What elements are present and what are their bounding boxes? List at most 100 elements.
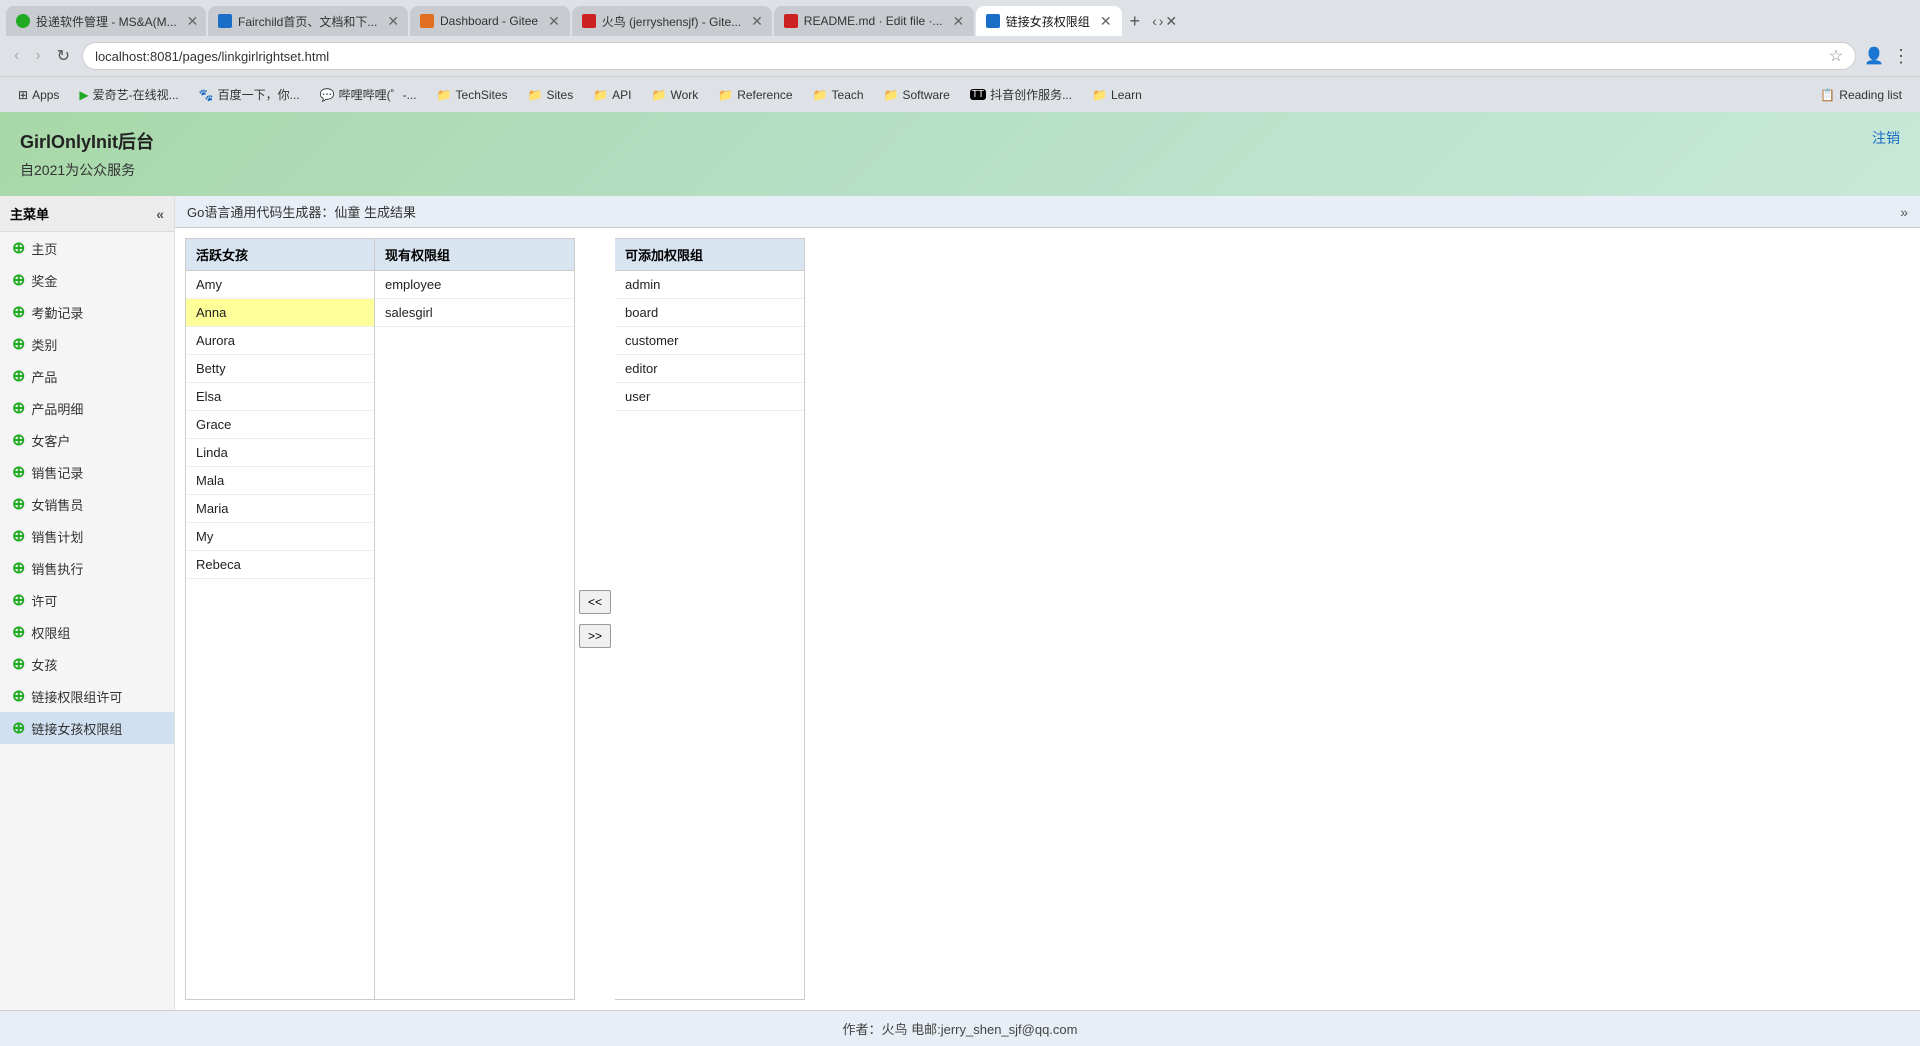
plus-icon-home: ⊕ (12, 238, 25, 258)
bilibili-icon: 💬 (320, 88, 335, 102)
tab-1[interactable]: 投递软件管理 - MS&A(M... ✕ (6, 6, 206, 36)
sidebar-item-link-permission[interactable]: ⊕ 链接权限组许可 (0, 680, 174, 712)
tab-2-label: Fairchild首页、文档和下... (238, 13, 377, 30)
bookmark-work[interactable]: 📁 Work (644, 84, 707, 106)
logout-link[interactable]: 注销 (1872, 128, 1900, 148)
sidebar-item-rightgroup[interactable]: ⊕ 权限组 (0, 616, 174, 648)
tab-4[interactable]: 火鸟 (jerryshensjf) - Gite... ✕ (572, 6, 772, 36)
right-panel: 可添加权限组 admin board customer editor user (615, 238, 805, 1000)
transfer-right-button[interactable]: >> (579, 624, 611, 648)
bookmark-apps[interactable]: ⊞ Apps (10, 84, 67, 106)
sidebar-item-girl[interactable]: ⊕ 女孩 (0, 648, 174, 680)
baidu-icon: 🐾 (199, 88, 214, 102)
left-panel-header: 活跃女孩 (186, 239, 374, 271)
tab-scroll-left[interactable]: ‹ (1152, 13, 1157, 30)
main-layout: 主菜单 « ⊕ 主页 ⊕ 奖金 ⊕ 考勤记录 ⊕ 类别 ⊕ 产品 (0, 196, 1920, 1010)
sidebar-item-bonus[interactable]: ⊕ 奖金 (0, 264, 174, 296)
sidebar-item-permission-label: 许可 (31, 591, 57, 610)
sidebar-item-product[interactable]: ⊕ 产品 (0, 360, 174, 392)
transfer-left-button[interactable]: << (579, 590, 611, 614)
tab-2[interactable]: Fairchild首页、文档和下... ✕ (208, 6, 408, 36)
tab-4-close[interactable]: ✕ (751, 13, 763, 30)
addable-item-board[interactable]: board (615, 299, 804, 327)
profile-button[interactable]: 👤 (1864, 46, 1884, 66)
bookmark-baidu[interactable]: 🐾 百度一下，你... (191, 82, 308, 107)
sidebar-item-sales-record[interactable]: ⊕ 销售记录 (0, 456, 174, 488)
tab-3-close[interactable]: ✕ (548, 13, 560, 30)
bookmark-software[interactable]: 📁 Software (876, 84, 958, 106)
tab-scroll-right[interactable]: › (1159, 13, 1164, 30)
reading-list-icon: 📋 (1820, 88, 1835, 102)
sidebar-item-home-label: 主页 (31, 239, 57, 258)
sidebar-item-link-permission-label: 链接权限组许可 (31, 687, 122, 706)
girl-item-grace[interactable]: Grace (186, 411, 374, 439)
bookmark-iqiyi-label: 爱奇艺-在线视... (93, 86, 179, 103)
tab-1-close[interactable]: ✕ (187, 13, 199, 30)
girl-item-my[interactable]: My (186, 523, 374, 551)
sidebar-item-sales-exec[interactable]: ⊕ 销售执行 (0, 552, 174, 584)
browser-menu-button[interactable]: ⋮ (1892, 46, 1910, 67)
bookmark-sites-label: Sites (547, 88, 574, 102)
girl-item-amy[interactable]: Amy (186, 271, 374, 299)
bookmark-sites[interactable]: 📁 Sites (520, 84, 582, 106)
reading-list[interactable]: 📋 Reading list (1812, 84, 1910, 106)
girl-item-betty[interactable]: Betty (186, 355, 374, 383)
sidebar-item-permission[interactable]: ⊕ 许可 (0, 584, 174, 616)
sidebar-item-product-detail-label: 产品明细 (31, 399, 83, 418)
sidebar-item-link-girl-rightgroup[interactable]: ⊕ 链接女孩权限组 (0, 712, 174, 744)
bookmark-bilibili[interactable]: 💬 哔哩哔哩(゜-... (312, 82, 425, 107)
sidebar-item-attendance[interactable]: ⊕ 考勤记录 (0, 296, 174, 328)
bookmark-tiktok[interactable]: TT 抖音创作服务... (962, 82, 1080, 107)
tab-2-close[interactable]: ✕ (387, 13, 399, 30)
close-browser[interactable]: ✕ (1165, 13, 1177, 30)
tab-3[interactable]: Dashboard - Gitee ✕ (410, 6, 570, 36)
girl-item-anna[interactable]: Anna (186, 299, 374, 327)
girl-item-maria[interactable]: Maria (186, 495, 374, 523)
addable-item-editor[interactable]: editor (615, 355, 804, 383)
plus-icon-rightgroup: ⊕ (12, 622, 25, 642)
content-collapse-button[interactable]: » (1900, 204, 1908, 220)
girl-item-mala[interactable]: Mala (186, 467, 374, 495)
forward-button[interactable]: › (31, 45, 44, 67)
bookmark-learn[interactable]: 📁 Learn (1084, 84, 1150, 106)
girl-item-aurora[interactable]: Aurora (186, 327, 374, 355)
sidebar-item-product-detail[interactable]: ⊕ 产品明细 (0, 392, 174, 424)
tab-6[interactable]: 链接女孩权限组 ✕ (976, 6, 1122, 36)
sidebar-item-sales-plan[interactable]: ⊕ 销售计划 (0, 520, 174, 552)
bookmark-techsites[interactable]: 📁 TechSites (429, 84, 516, 106)
sidebar-collapse-button[interactable]: « (156, 206, 164, 222)
addable-item-customer[interactable]: customer (615, 327, 804, 355)
bookmark-software-label: Software (903, 88, 950, 102)
bookmark-iqiyi[interactable]: ▶ 爱奇艺-在线视... (71, 82, 186, 107)
girl-item-rebeca[interactable]: Rebeca (186, 551, 374, 579)
teach-icon: 📁 (813, 88, 828, 102)
bookmark-api[interactable]: 📁 API (585, 84, 639, 106)
plus-icon-sales-record: ⊕ (12, 462, 25, 482)
right-item-salesgirl[interactable]: salesgirl (375, 299, 574, 327)
right-panel-header: 可添加权限组 (615, 239, 804, 271)
tab-3-label: Dashboard - Gitee (440, 14, 538, 28)
right-item-employee[interactable]: employee (375, 271, 574, 299)
new-tab-button[interactable]: + (1124, 11, 1147, 32)
sidebar-item-category[interactable]: ⊕ 类别 (0, 328, 174, 360)
back-button[interactable]: ‹ (10, 45, 23, 67)
bookmark-star[interactable]: ☆ (1829, 46, 1843, 66)
content-header-text: Go语言通用代码生成器：仙童 生成结果 (187, 202, 416, 221)
reload-button[interactable]: ↻ (53, 44, 74, 68)
tab-5-close[interactable]: ✕ (953, 13, 965, 30)
addable-item-user[interactable]: user (615, 383, 804, 411)
bookmark-reference[interactable]: 📁 Reference (710, 84, 800, 106)
sidebar-item-customer[interactable]: ⊕ 女客户 (0, 424, 174, 456)
bookmark-teach[interactable]: 📁 Teach (805, 84, 872, 106)
url-bar[interactable]: localhost:8081/pages/linkgirlrightset.ht… (82, 42, 1856, 70)
girl-item-linda[interactable]: Linda (186, 439, 374, 467)
sidebar-item-salesgirl[interactable]: ⊕ 女销售员 (0, 488, 174, 520)
software-icon: 📁 (884, 88, 899, 102)
girl-item-elsa[interactable]: Elsa (186, 383, 374, 411)
addable-item-admin[interactable]: admin (615, 271, 804, 299)
sidebar-item-home[interactable]: ⊕ 主页 (0, 232, 174, 264)
bookmark-apps-label: Apps (32, 88, 59, 102)
tab-5[interactable]: README.md · Edit file ·... ✕ (774, 6, 974, 36)
tab-6-close[interactable]: ✕ (1100, 13, 1112, 30)
plus-icon-category: ⊕ (12, 334, 25, 354)
